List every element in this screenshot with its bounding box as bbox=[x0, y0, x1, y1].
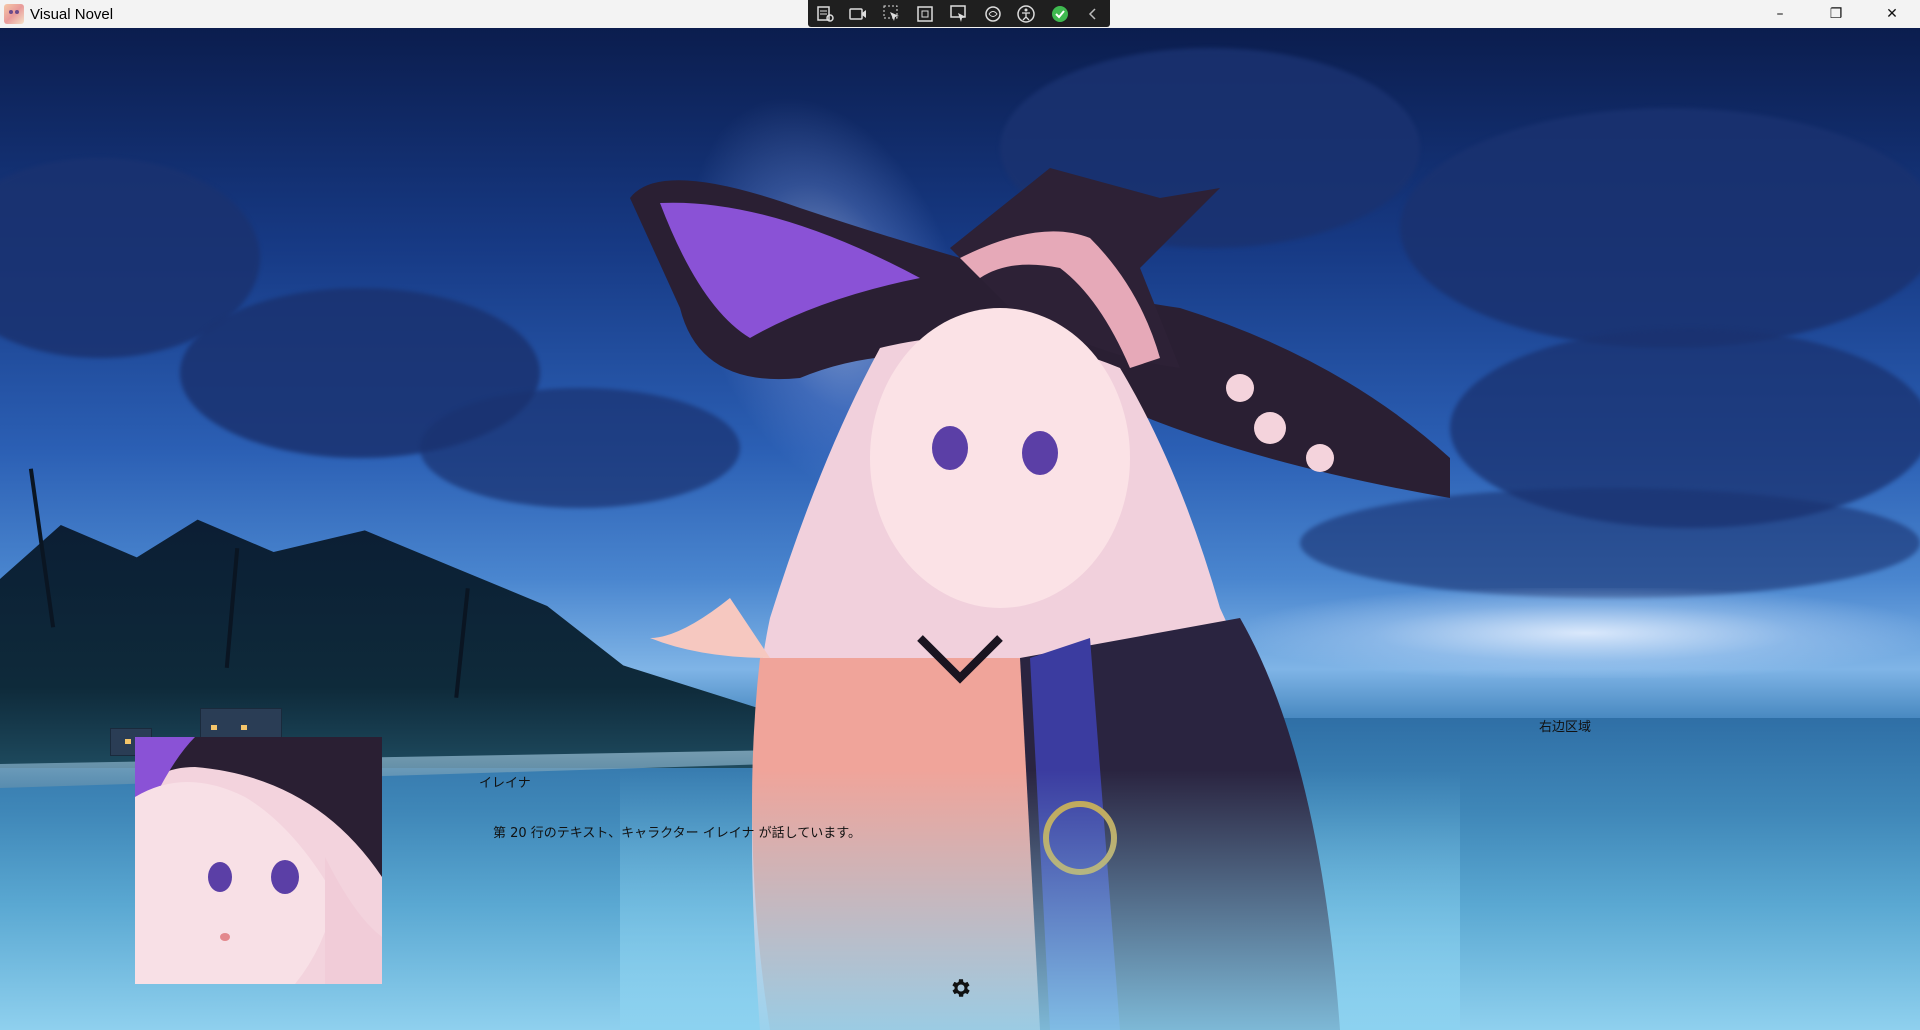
right-area-label: 右边区域 bbox=[1539, 720, 1592, 735]
binding-failures-icon[interactable] bbox=[980, 3, 1006, 25]
accessibility-icon[interactable] bbox=[1013, 3, 1039, 25]
character-fade bbox=[620, 770, 1460, 1030]
speaker-name: イレイナ bbox=[479, 776, 531, 791]
live-visual-tree-icon[interactable] bbox=[812, 3, 838, 25]
game-viewport[interactable]: イレイナ 第 20 行のテキスト、キャラクター イレイナ が話しています。 右边… bbox=[0, 28, 1920, 1030]
track-focused-element-icon[interactable] bbox=[946, 3, 972, 25]
window-title: Visual Novel bbox=[30, 5, 114, 23]
app-icon bbox=[4, 4, 24, 24]
character-sprite bbox=[620, 138, 1460, 1030]
collapse-toolbar-icon[interactable] bbox=[1080, 3, 1106, 25]
settings-button[interactable] bbox=[948, 976, 972, 1000]
hot-reload-status-icon[interactable] bbox=[1047, 3, 1073, 25]
dialogue-text[interactable]: 第 20 行のテキスト、キャラクター イレイナ が話しています。 bbox=[493, 822, 861, 841]
character-portrait bbox=[135, 737, 382, 984]
xaml-debug-toolbar bbox=[808, 0, 1110, 27]
restore-button[interactable]: ❐ bbox=[1808, 0, 1864, 28]
gear-icon bbox=[952, 979, 970, 997]
cloud bbox=[1400, 108, 1920, 348]
record-icon[interactable] bbox=[845, 3, 871, 25]
window-title-bar: Visual Novel – ❐ ✕ bbox=[0, 0, 1920, 29]
minimize-button[interactable]: – bbox=[1752, 0, 1808, 28]
display-layout-adorners-icon[interactable] bbox=[912, 3, 938, 25]
close-button[interactable]: ✕ bbox=[1864, 0, 1920, 28]
select-element-icon[interactable] bbox=[879, 3, 905, 25]
window-controls: – ❐ ✕ bbox=[1752, 0, 1920, 28]
